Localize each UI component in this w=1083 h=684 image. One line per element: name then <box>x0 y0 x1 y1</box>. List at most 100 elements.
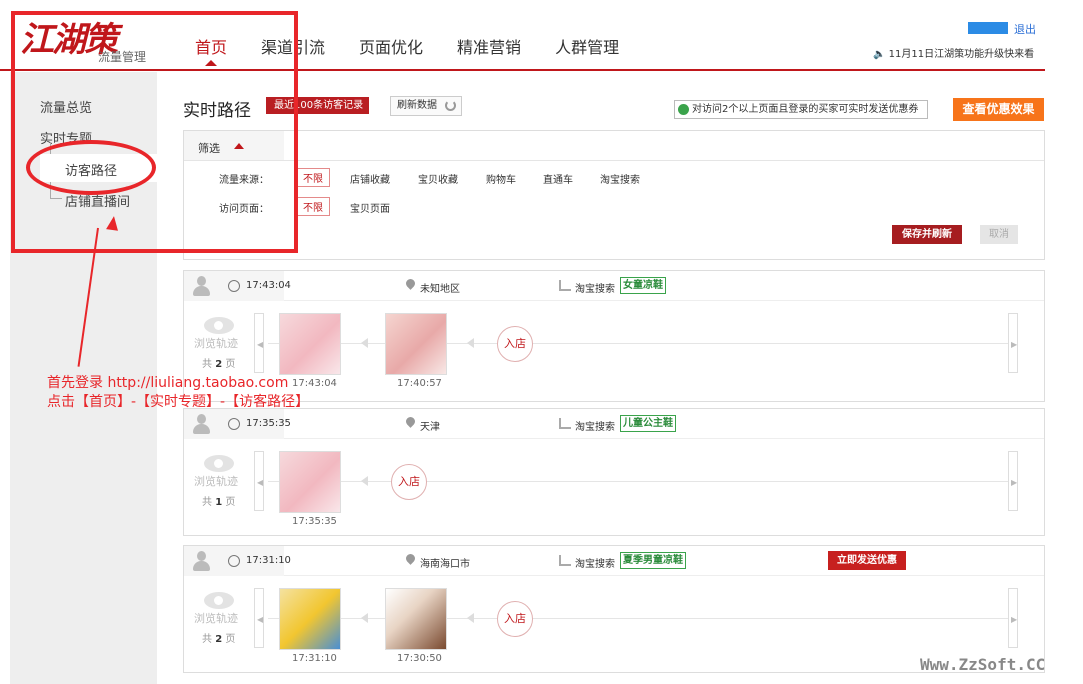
visit-record: 17:43:04 未知地区 淘宝搜索 女童凉鞋 浏览轨迹 共 2 页 ◀ 17:… <box>183 270 1045 402</box>
page-count-prefix: 共 <box>202 497 212 508</box>
visit-time: 17:35:35 <box>246 418 291 429</box>
product-thumbnail[interactable] <box>279 313 341 375</box>
page-count: 共 2 页 <box>202 630 235 645</box>
visitor-region: 未知地区 <box>420 284 460 295</box>
search-keyword: 儿童公主鞋 <box>620 415 676 432</box>
source-icon <box>559 280 571 291</box>
page-count-suffix: 页 <box>225 634 236 645</box>
annotation-line-1: 首先登录 http://liuliang.taobao.com <box>47 375 289 391</box>
coupon-icon <box>678 104 689 115</box>
enter-store-node: 入店 <box>497 601 533 637</box>
chevron-left-icon: ◀ <box>257 340 264 349</box>
flow-arrow-icon <box>361 476 368 486</box>
promo-note-text: 对访问2个以上页面且登录的买家可实时发送优惠券 <box>692 104 919 115</box>
nav-page-optimize[interactable]: 页面优化 <box>359 34 423 64</box>
record-header: 17:35:35 天津 淘宝搜索 儿童公主鞋 <box>184 409 1044 439</box>
send-coupon-button[interactable]: 立即发送优惠 <box>828 551 906 570</box>
clock-icon <box>228 418 240 430</box>
source-option-search[interactable]: 淘宝搜索 <box>600 171 640 186</box>
track-label: 浏览轨迹 <box>194 475 238 488</box>
page-count: 共 2 页 <box>202 355 235 370</box>
annotation-ellipse <box>26 140 156 195</box>
visit-time: 17:43:04 <box>246 280 291 291</box>
scroll-right-button[interactable]: ▶ <box>1008 588 1018 648</box>
annotation-arrow-icon <box>106 215 120 231</box>
enter-store-node: 入店 <box>391 464 427 500</box>
nav-marketing[interactable]: 精准营销 <box>457 34 521 64</box>
visitor-avatar-icon <box>192 414 211 434</box>
thumb-time: 17:43:04 <box>292 378 337 389</box>
refresh-icon <box>445 100 456 111</box>
chevron-left-icon: ◀ <box>257 615 264 624</box>
eye-icon <box>204 592 234 609</box>
thumb-time: 17:31:10 <box>292 653 337 664</box>
page-count-prefix: 共 <box>202 359 212 370</box>
location-icon <box>404 415 417 428</box>
thumb-time: 17:35:35 <box>292 516 337 527</box>
page-count-prefix: 共 <box>202 634 212 645</box>
record-header: 17:43:04 未知地区 淘宝搜索 女童凉鞋 <box>184 271 1044 301</box>
clock-icon <box>228 280 240 292</box>
page-count-suffix: 页 <box>225 359 236 370</box>
scroll-left-button[interactable]: ◀ <box>254 313 264 373</box>
annotation-line-2: 点击【首页】-【实时专题】-【访客路径】 <box>47 394 310 410</box>
scroll-left-button[interactable]: ◀ <box>254 451 264 511</box>
page-count-value: 2 <box>215 359 223 370</box>
save-refresh-button[interactable]: 保存并刷新 <box>892 225 962 244</box>
source-option-ztc[interactable]: 直通车 <box>543 171 573 186</box>
source-option-all[interactable]: 不限 <box>296 168 330 187</box>
clock-icon <box>228 555 240 567</box>
track-label: 浏览轨迹 <box>194 337 238 350</box>
chevron-right-icon: ▶ <box>1011 340 1018 349</box>
page-option-item[interactable]: 宝贝页面 <box>350 200 390 215</box>
visit-time: 17:31:10 <box>246 555 291 566</box>
track-line <box>268 618 1008 619</box>
filter-panel: 筛选 流量来源： 不限 店铺收藏 宝贝收藏 购物车 直通车 淘宝搜索 访问页面：… <box>183 130 1045 260</box>
track-area: 浏览轨迹 共 2 页 ◀ 17:43:04 17:40:57 入店 ▶ <box>184 301 1044 401</box>
visitor-avatar-icon <box>192 551 211 571</box>
source-option-item-fav[interactable]: 宝贝收藏 <box>418 171 458 186</box>
source-icon <box>559 555 571 566</box>
search-keyword: 夏季男童凉鞋 <box>620 552 686 569</box>
product-thumbnail[interactable] <box>385 588 447 650</box>
page-count-suffix: 页 <box>225 497 236 508</box>
track-line <box>268 481 1008 482</box>
chevron-left-icon: ◀ <box>257 478 264 487</box>
enter-store-node: 入店 <box>497 326 533 362</box>
product-thumbnail[interactable] <box>279 588 341 650</box>
scroll-right-button[interactable]: ▶ <box>1008 313 1018 373</box>
page-count-value: 2 <box>215 634 223 645</box>
visitor-avatar-icon <box>192 276 211 296</box>
scroll-right-button[interactable]: ▶ <box>1008 451 1018 511</box>
eye-icon <box>204 455 234 472</box>
visitor-region: 海南海口市 <box>420 559 470 570</box>
chevron-right-icon: ▶ <box>1011 615 1018 624</box>
source-option-store-fav[interactable]: 店铺收藏 <box>350 171 390 186</box>
logout-link[interactable]: 退出 <box>1014 21 1036 37</box>
scroll-left-button[interactable]: ◀ <box>254 588 264 648</box>
cancel-button[interactable]: 取消 <box>980 225 1018 244</box>
traffic-source: 淘宝搜索 <box>575 559 615 570</box>
view-promo-button[interactable]: 查看优惠效果 <box>953 98 1044 121</box>
nav-crowd[interactable]: 人群管理 <box>555 34 619 64</box>
flow-arrow-icon <box>467 613 474 623</box>
source-option-cart[interactable]: 购物车 <box>486 171 516 186</box>
product-thumbnail[interactable] <box>279 451 341 513</box>
thumb-time: 17:40:57 <box>397 378 442 389</box>
product-thumbnail[interactable] <box>385 313 447 375</box>
page-option-all[interactable]: 不限 <box>296 197 330 216</box>
filter-divider <box>184 160 1044 161</box>
thumb-time: 17:30:50 <box>397 653 442 664</box>
refresh-button[interactable]: 刷新数据 <box>390 96 462 116</box>
traffic-source: 淘宝搜索 <box>575 284 615 295</box>
visit-record: 17:31:10 海南海口市 淘宝搜索 夏季男童凉鞋 立即发送优惠 浏览轨迹 共… <box>183 545 1045 673</box>
track-line <box>268 343 1008 344</box>
promo-note: 对访问2个以上页面且登录的买家可实时发送优惠券 <box>674 100 928 119</box>
notice-text[interactable]: 🔈 11月11日江湖策功能升级快来看 <box>873 45 1034 60</box>
track-area: 浏览轨迹 共 2 页 ◀ 17:31:10 17:30:50 入店 ▶ <box>184 576 1044 676</box>
page-count: 共 1 页 <box>202 493 235 508</box>
refresh-label: 刷新数据 <box>397 100 437 111</box>
watermark: Www.ZzSoft.CC <box>920 655 1046 674</box>
username-bar <box>968 22 1008 34</box>
flow-arrow-icon <box>467 338 474 348</box>
